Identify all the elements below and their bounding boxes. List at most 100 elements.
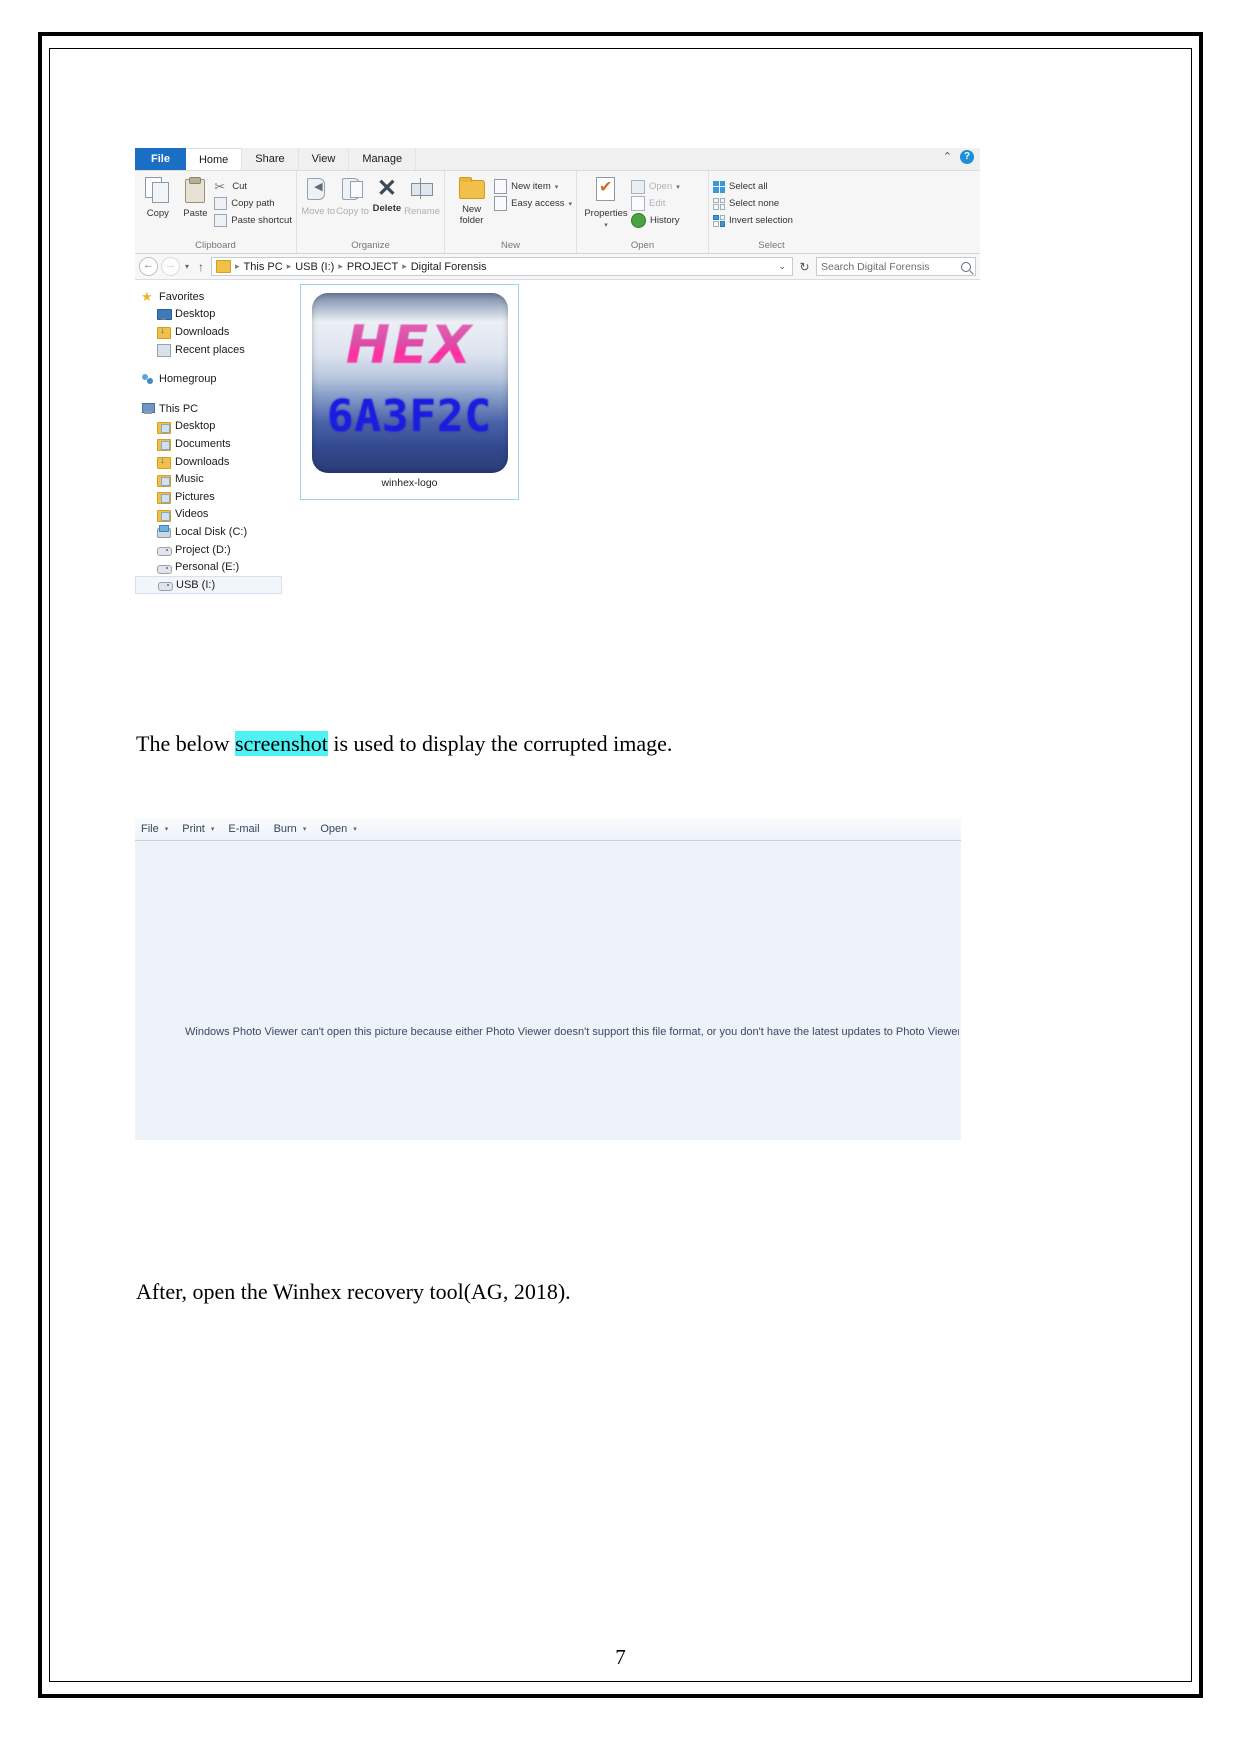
- refresh-button[interactable]: ↻: [796, 260, 813, 274]
- paste-shortcut-button[interactable]: Paste shortcut: [214, 212, 292, 229]
- tab-manage[interactable]: Manage: [349, 148, 417, 170]
- drive-icon: [157, 543, 172, 557]
- sidebar-item-downloads-fav[interactable]: Downloads: [135, 323, 285, 341]
- chevron-down-icon[interactable]: ▾: [676, 183, 680, 191]
- photo-viewer-open-menu[interactable]: Open ▾: [320, 823, 356, 835]
- sidebar-item-music[interactable]: Music: [135, 470, 285, 488]
- tab-file[interactable]: File: [135, 148, 186, 170]
- copy-path-button[interactable]: Copy path: [214, 195, 292, 212]
- paragraph-1-before: The below: [136, 731, 235, 756]
- breadcrumb-item-usb[interactable]: USB (I:): [295, 261, 334, 273]
- history-icon: [631, 213, 646, 228]
- tab-share[interactable]: Share: [242, 148, 299, 170]
- invert-selection-icon: [713, 214, 725, 227]
- collapse-ribbon-icon[interactable]: ⌃: [943, 150, 952, 164]
- open-button[interactable]: Open ▾: [631, 178, 680, 195]
- invert-selection-button[interactable]: Invert selection: [713, 212, 793, 229]
- sidebar-item-pictures[interactable]: Pictures: [135, 488, 285, 506]
- edit-icon: [631, 196, 645, 211]
- forward-button[interactable]: →: [161, 257, 180, 276]
- photo-viewer-file-menu[interactable]: File ▾: [141, 823, 168, 835]
- properties-button[interactable]: Properties ▾: [581, 174, 631, 231]
- folder-icon: [157, 420, 171, 434]
- new-small-commands: New item ▾ Easy access ▾: [494, 174, 572, 212]
- sidebar-item-recent-places[interactable]: Recent places: [135, 341, 285, 359]
- ribbon-group-organize: Move to Copy to ✕ Delete Rename: [297, 171, 445, 253]
- breadcrumb-item-project[interactable]: PROJECT: [347, 261, 398, 273]
- history-button[interactable]: History: [631, 212, 680, 229]
- select-none-button[interactable]: Select none: [713, 195, 793, 212]
- sidebar-item-documents[interactable]: Documents: [135, 435, 285, 453]
- sidebar-item-local-disk-c[interactable]: Local Disk (C:): [135, 523, 285, 541]
- homegroup-icon: [141, 373, 154, 386]
- chevron-down-icon[interactable]: ▾: [555, 183, 559, 191]
- photo-viewer-burn-menu[interactable]: Burn ▾: [274, 823, 307, 835]
- chevron-down-icon[interactable]: ▾: [604, 222, 608, 229]
- sidebar-item-project-d[interactable]: Project (D:): [135, 541, 285, 559]
- photo-viewer-error-message: Windows Photo Viewer can't open this pic…: [185, 1026, 959, 1038]
- up-button[interactable]: ↑: [194, 260, 208, 274]
- sidebar-item-favorites[interactable]: ★ Favorites: [135, 288, 285, 306]
- recent-locations-dropdown-icon[interactable]: ▾: [183, 262, 191, 271]
- rename-button[interactable]: Rename: [404, 174, 440, 217]
- copy-button[interactable]: Copy: [139, 174, 177, 219]
- breadcrumb-item-digital-forensis[interactable]: Digital Forensis: [411, 261, 487, 273]
- ribbon-group-new: New folder New item ▾ Easy access ▾ New: [445, 171, 577, 253]
- chevron-down-icon[interactable]: ▾: [165, 825, 169, 833]
- ribbon-group-clipboard: Copy Paste ✂ Cut Copy path Paste shortcu…: [135, 171, 297, 253]
- file-item-winhex-logo[interactable]: HEX 6A3F2C winhex-logo: [300, 284, 519, 500]
- photo-viewer-print-menu[interactable]: Print ▾: [182, 823, 214, 835]
- tab-view[interactable]: View: [299, 148, 350, 170]
- scissors-icon: ✂: [214, 178, 226, 194]
- select-none-icon: [713, 197, 725, 210]
- move-to-button[interactable]: Move to: [301, 174, 335, 217]
- downloads-icon: [157, 455, 171, 470]
- folder-icon: [216, 260, 232, 273]
- sidebar-item-personal-e[interactable]: Personal (E:): [135, 558, 285, 576]
- paragraph-winhex-note: After, open the Winhex recovery tool(AG,…: [136, 1279, 571, 1304]
- sidebar-item-desktop[interactable]: Desktop: [135, 418, 285, 436]
- cut-button[interactable]: ✂ Cut: [214, 178, 292, 195]
- sidebar-item-usb-i[interactable]: USB (I:): [135, 575, 282, 594]
- sidebar-item-this-pc[interactable]: This PC: [135, 400, 285, 418]
- group-label-clipboard: Clipboard: [195, 240, 236, 251]
- group-label-new: New: [500, 240, 520, 251]
- thumbnail-code-text: 6A3F2C: [327, 391, 492, 442]
- group-label-organize: Organize: [351, 240, 390, 251]
- sidebar-item-homegroup[interactable]: Homegroup: [135, 370, 285, 388]
- copy-icon: [144, 177, 171, 203]
- select-all-button[interactable]: Select all: [713, 178, 793, 195]
- address-history-chevron-down-icon[interactable]: ⌄: [778, 261, 788, 272]
- copy-to-button[interactable]: Copy to: [335, 174, 369, 217]
- breadcrumb-item-this-pc[interactable]: This PC: [244, 261, 283, 273]
- search-placeholder: Search Digital Forensis: [821, 260, 930, 273]
- help-icon[interactable]: ?: [960, 150, 974, 164]
- photo-viewer-email-button[interactable]: E-mail: [228, 823, 259, 835]
- new-folder-button[interactable]: New folder: [449, 174, 494, 226]
- sidebar-item-videos[interactable]: Videos: [135, 506, 285, 524]
- easy-access-button[interactable]: Easy access ▾: [494, 195, 572, 212]
- search-input[interactable]: Search Digital Forensis: [816, 257, 976, 276]
- breadcrumb[interactable]: ▸ This PC ▸ USB (I:) ▸ PROJECT ▸ Digital…: [211, 257, 793, 276]
- delete-button[interactable]: ✕ Delete: [370, 174, 404, 215]
- paste-button[interactable]: Paste: [177, 174, 215, 219]
- chevron-down-icon[interactable]: ▾: [353, 825, 357, 833]
- sidebar-item-downloads[interactable]: Downloads: [135, 453, 285, 471]
- properties-icon: [593, 177, 619, 203]
- chevron-down-icon[interactable]: ▾: [211, 825, 215, 833]
- chevron-down-icon[interactable]: ▾: [568, 200, 572, 208]
- edit-button[interactable]: Edit: [631, 195, 680, 212]
- tab-home[interactable]: Home: [185, 148, 243, 170]
- copy-path-icon: [214, 197, 228, 210]
- folder-icon: [157, 508, 171, 522]
- folder-icon: [157, 473, 171, 487]
- delete-icon: ✕: [376, 175, 397, 202]
- explorer-tab-bar: File Home Share View Manage ⌃ ?: [135, 148, 980, 171]
- search-icon[interactable]: [961, 261, 971, 272]
- ribbon-group-open: Properties ▾ Open ▾ Edit: [577, 171, 709, 253]
- back-button[interactable]: ←: [139, 257, 158, 276]
- sidebar-item-desktop-fav[interactable]: Desktop: [135, 306, 285, 324]
- chevron-down-icon[interactable]: ▾: [303, 825, 307, 833]
- new-item-button[interactable]: New item ▾: [494, 178, 572, 195]
